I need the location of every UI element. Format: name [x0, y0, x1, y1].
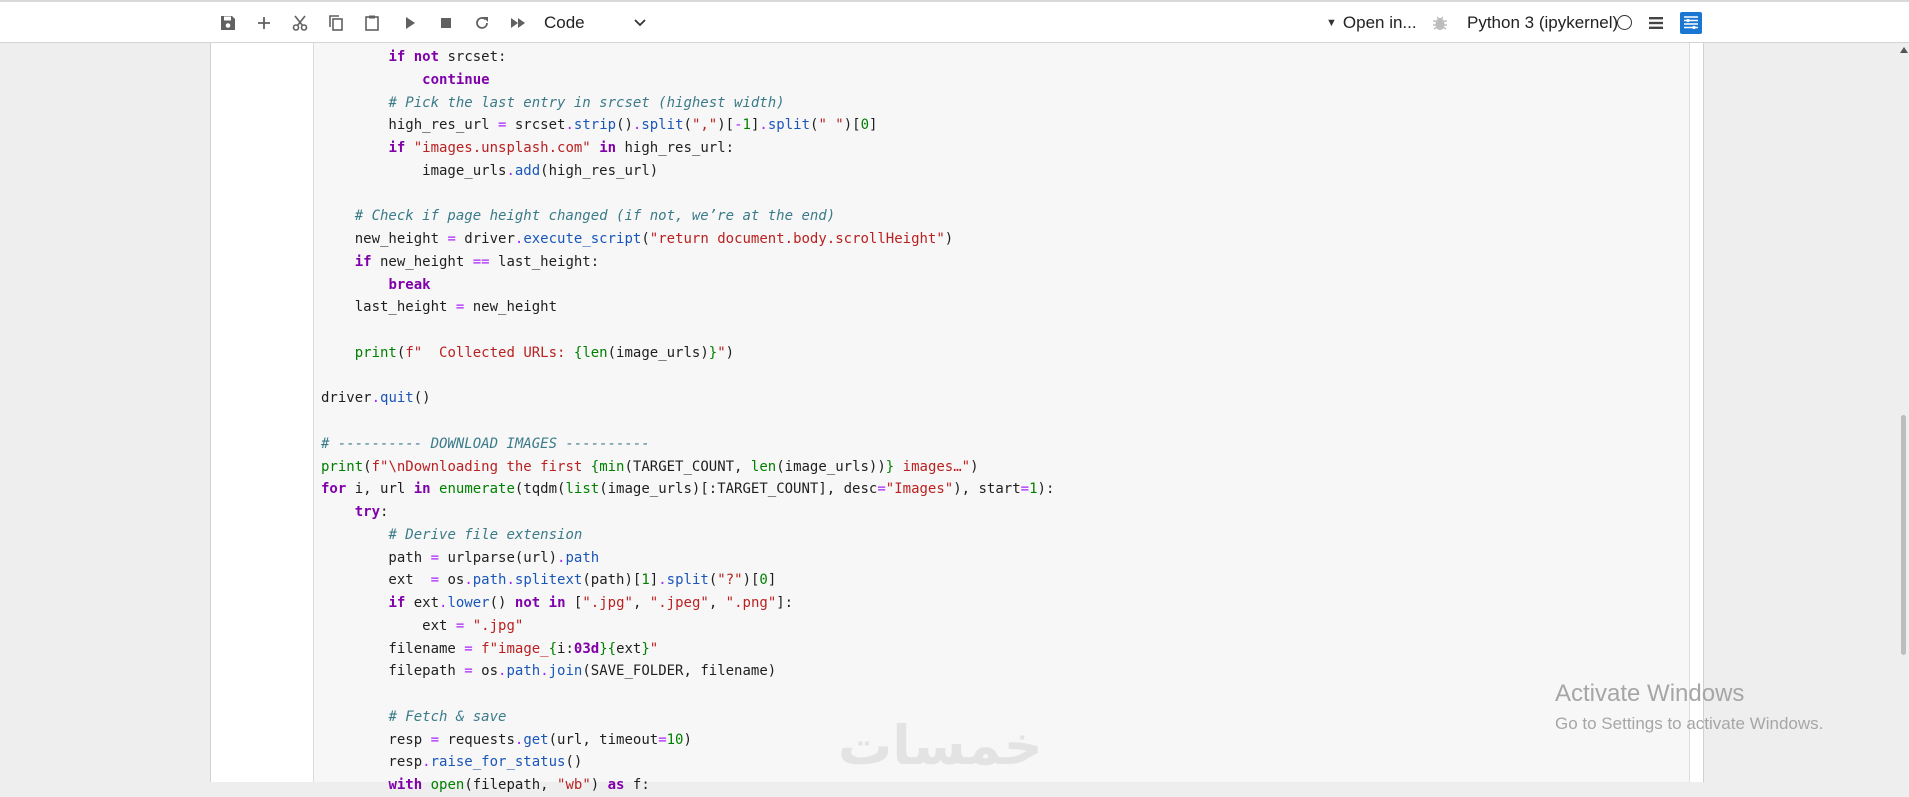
notebook-toolbar: Code ▼ Open in... Python 3 (ipykernel) [0, 2, 1909, 43]
add-cell-icon [258, 17, 270, 29]
code-line: driver.quit() [321, 390, 431, 407]
code-line: path = urlparse(url).path [321, 549, 600, 566]
save-button[interactable] [215, 10, 241, 36]
code-line: for i, url in enumerate(tqdm(list(image_… [321, 481, 1055, 498]
code-line: image_urls.add(high_res_url) [321, 162, 659, 179]
kernel-name-button[interactable]: Python 3 (ipykernel) [1467, 10, 1618, 36]
run-all-icon [511, 18, 525, 28]
code-line: if not srcset: [388, 49, 507, 65]
menu-icon[interactable] [1645, 12, 1667, 34]
code-line: print(f" Collected URLs: {len(image_urls… [354, 344, 735, 361]
cut-button[interactable] [287, 10, 313, 36]
code-line: ext = os.path.splitext(path)[1].split("?… [321, 572, 777, 589]
copy-button[interactable] [323, 10, 349, 36]
kernel-status-icon [1617, 15, 1632, 30]
interrupt-kernel-button[interactable] [433, 10, 459, 36]
caret-down-icon: ▼ [1326, 17, 1337, 29]
paste-icon [365, 15, 379, 31]
code-line: resp = requests.get(url, timeout=10) [321, 731, 692, 748]
code-line: if "images.unsplash.com" in high_res_url… [388, 140, 735, 156]
code-line: # ---------- DOWNLOAD IMAGES ---------- [321, 435, 650, 452]
watermark-title: Activate Windows [1555, 680, 1745, 707]
code-line: filename = f"image_{i:03d}{ext}" [321, 640, 659, 657]
watermark-subtitle: Go to Settings to activate Windows. [1555, 714, 1824, 733]
cell-type-value: Code [544, 13, 585, 32]
code-line: filepath = os.path.join(SAVE_FOLDER, fil… [321, 663, 777, 680]
scroll-up-arrow-icon[interactable] [1900, 47, 1908, 53]
copy-icon [329, 15, 343, 31]
run-icon [406, 17, 415, 29]
property-inspector-icon[interactable] [1680, 12, 1702, 34]
code-line: resp.raise_for_status() [321, 754, 583, 771]
restart-icon [476, 17, 488, 29]
open-in-button[interactable]: ▼ Open in... [1326, 10, 1417, 36]
stop-icon [441, 18, 451, 28]
run-cell-button[interactable] [397, 10, 423, 36]
code-block[interactable]: if not srcset: continue # Pick the last … [321, 46, 1054, 797]
code-line: if ext.lower() not in [".jpg", ".jpeg", … [388, 595, 794, 611]
chevron-down-icon [634, 19, 646, 27]
activate-windows-watermark: Activate Windows Go to Settings to activ… [1555, 680, 1823, 734]
kernel-name: Python 3 (ipykernel) [1467, 13, 1619, 32]
run-all-button[interactable] [505, 10, 531, 36]
code-line: # Check if page height changed (if not, … [354, 208, 836, 225]
open-in-label: Open in... [1342, 13, 1417, 32]
code-line: ext = ".jpg" [321, 617, 524, 634]
cell-type-select[interactable]: Code [544, 10, 648, 36]
code-line: high_res_url = srcset.strip().split(",")… [321, 117, 878, 134]
code-line: # Fetch & save [388, 708, 507, 725]
debugger-bug-icon[interactable] [1431, 14, 1449, 32]
code-line: with open(filepath, "wb") as f: [388, 777, 650, 793]
code-line: last_height = new_height [321, 299, 558, 316]
code-line: try: [354, 504, 389, 520]
add-cell-button[interactable] [251, 10, 277, 36]
restart-kernel-button[interactable] [469, 10, 495, 36]
save-icon [221, 16, 235, 30]
cut-icon [292, 15, 308, 31]
code-line: # Derive file extension [388, 526, 583, 543]
code-line: print(f"\nDownloading the first {min(TAR… [321, 458, 979, 475]
vertical-scrollbar[interactable] [1898, 43, 1909, 782]
watermark-logo: خمسات [838, 714, 1043, 777]
code-line: continue [422, 71, 490, 88]
code-line: if new_height == last_height: [354, 253, 600, 270]
code-line: break [388, 276, 431, 293]
paste-button[interactable] [359, 10, 385, 36]
code-line: # Pick the last entry in srcset (highest… [388, 94, 785, 111]
scrollbar-thumb[interactable] [1901, 415, 1906, 655]
code-line: new_height = driver.execute_script("retu… [321, 231, 954, 247]
